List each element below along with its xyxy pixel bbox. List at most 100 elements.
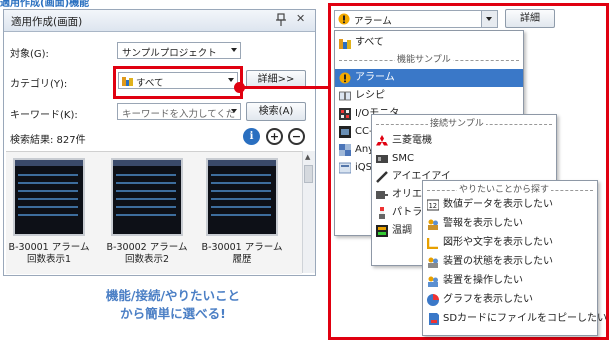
menu-item-label: アラーム [355,72,395,83]
thumbnail-row [116,214,176,216]
caption-line: B-30001 アラーム [201,242,283,253]
thumbnail-titlebar [15,160,83,166]
keyword-label: キーワード(K): [10,110,78,121]
chevron-down-icon [228,78,234,82]
promo-line: から簡単に選べる! [120,306,226,321]
thumbnail-caption: B-30001 アラーム 回数表示1 [8,242,90,266]
svg-text:12: 12 [429,202,437,210]
menu-item-all[interactable]: すべて [335,34,523,52]
graph-icon [427,294,439,306]
group-label: 接続サンプル [428,118,486,130]
detail-button-right[interactable]: 詳細 [505,9,555,28]
smc-icon [376,153,388,165]
menu-item-copy-sd[interactable]: SDカードにファイルをコピーしたい [423,310,607,328]
sd-card-icon [427,313,439,325]
group-separator: やりたいことから探す [423,184,597,196]
thumbnail-row [211,182,271,184]
menu-item-show-shapes[interactable]: 図形や文字を表示したい [423,234,597,252]
network-icon [339,126,351,138]
keyword-placeholder: キーワードを入力してくだ [122,109,236,120]
status-people-icon [427,256,439,268]
temperature-controller-icon [376,225,388,237]
menu-item-alarm[interactable]: アラーム [335,69,523,87]
thumbnail-row [116,190,176,192]
menu-item-label: 装置の状態を表示したい [443,256,553,267]
menu-item-show-alarm[interactable]: 警報を表示したい [423,215,597,233]
scroll-up-icon[interactable]: ▲ [305,153,310,161]
target-select[interactable]: サンプルプロジェクト [117,42,241,59]
caption-line: B-30001 アラーム [8,242,90,253]
menu-item-label: SDカードにファイルをコピーしたい [443,313,608,324]
warning-people-icon [427,218,439,230]
thumbnail-row [116,198,176,200]
search-button[interactable]: 検索(A) [246,102,306,121]
all-folder-icon [339,37,351,49]
thumbnail-row [211,198,271,200]
thumbnail-row [18,198,78,200]
zoom-in-icon[interactable]: + [266,128,283,145]
category-dropdown-combo[interactable]: アラーム [334,10,498,28]
menu-item-show-status[interactable]: 装置の状態を表示したい [423,253,597,271]
zoom-out-icon[interactable]: − [288,128,305,145]
keyword-input[interactable]: キーワードを入力してくだ [117,103,241,120]
section-heading: 適用作成(画面)機能 [0,0,90,9]
menu-item-show-numeric[interactable]: 12 数値データを表示したい [423,196,597,214]
menu-item-label: 警報を表示したい [443,218,523,229]
menu-item-operate-device[interactable]: 装置を操作したい [423,272,597,290]
menu-item-mitsubishi[interactable]: 三菱電機 [372,132,556,150]
actuator-icon [376,171,388,183]
io-icon [339,108,351,120]
target-select-value: サンプルプロジェクト [122,48,217,59]
promo-line: 機能/接続/やりたいこと [105,288,241,303]
caption-line: 回数表示1 [26,254,72,265]
menu-item-show-graph[interactable]: グラフを表示したい [423,291,597,309]
group-separator: 接続サンプル [372,118,556,130]
scrollbar-thumb[interactable] [304,165,313,183]
thumbnail-image[interactable] [206,158,278,236]
operate-people-icon [427,275,439,287]
book-icon [339,90,351,102]
menu-item-label: 図形や文字を表示したい [443,237,553,248]
menu-item-label: グラフを表示したい [443,294,533,305]
chevron-down-icon [231,109,237,113]
thumbnail-row [18,206,78,208]
mitsubishi-logo-icon [376,135,388,147]
thumbnail-row [211,190,271,192]
menu-item-label: すべて [355,37,384,48]
thumbnail-image[interactable] [111,158,183,236]
zoom-in-glyph: + [269,130,280,143]
category-select[interactable]: すべて [118,72,238,89]
alarm-icon [338,13,350,27]
group-label: 機能サンプル [395,54,453,66]
combo-value: アラーム [354,16,392,27]
result-count: 検索結果: 827件 [10,135,86,146]
promo-caption: 機能/接続/やりたいこと から簡単に選べる! [78,287,268,323]
thumbnail-row [116,174,176,176]
thumbnail-row [211,214,271,216]
info-icon[interactable]: i [243,128,260,145]
pin-icon[interactable] [276,13,286,30]
combo-drop-button[interactable] [481,11,497,27]
thumbnail-scrollbar[interactable]: ▲ [302,151,315,273]
menu-item-label: 温調 [392,225,412,236]
target-label: 対象(G): [10,49,49,60]
thumbnail-row [18,214,78,216]
apply-create-panel: 適用作成(画面) ✕ 対象(G): サンプルプロジェクト カテゴリ(Y): すべ… [3,9,316,276]
menu-item-smc[interactable]: SMC [372,150,556,168]
thumbnail-image[interactable] [13,158,85,236]
all-folder-icon [122,76,133,88]
thumbnail-list: B-30001 アラーム 回数表示1 B-30002 アラーム 回数表示2 B-… [6,151,302,274]
menu-item-label: SMC [392,153,414,164]
menu-item-label: 装置を操作したい [443,275,523,286]
thumbnail-row [116,206,176,208]
thumbnail-row [18,182,78,184]
thumbnail-row [18,174,78,176]
thumbnail-row [116,182,176,184]
category-label: カテゴリ(Y): [10,79,68,90]
caption-line: 履歴 [232,254,252,265]
category-select-value: すべて [136,78,164,89]
menu-item-recipe[interactable]: レシピ [335,87,523,105]
close-icon[interactable]: ✕ [296,12,305,25]
menu-item-label: レシピ [355,90,385,101]
group-separator: 機能サンプル [335,54,523,66]
